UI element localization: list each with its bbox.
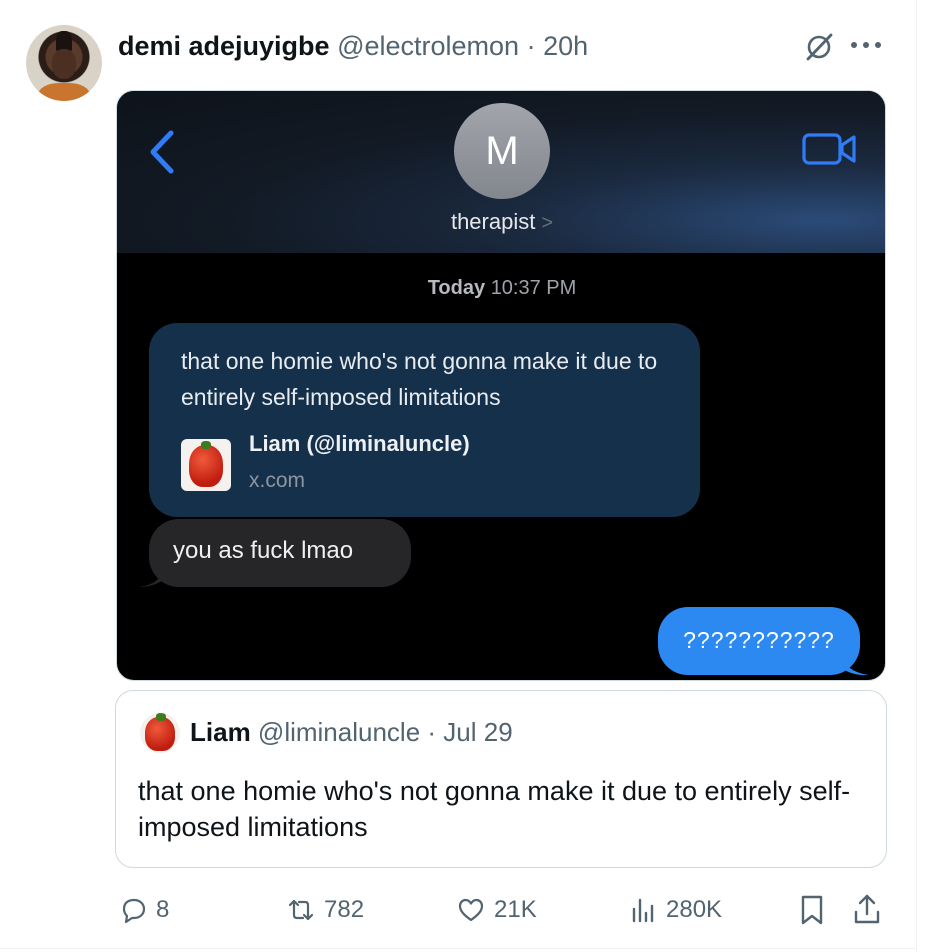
sent-message-bubble: ??????????? (658, 607, 860, 675)
author-avatar[interactable] (26, 25, 102, 101)
tweet-divider (0, 948, 917, 949)
retweet-button[interactable]: 782 (286, 892, 364, 928)
link-preview-domain: x.com (249, 469, 306, 492)
retweet-count: 782 (324, 896, 365, 923)
share-icon[interactable] (852, 892, 882, 926)
avatar-hair (56, 31, 72, 51)
tweet-header: demi adejuyigbe @electrolemon · 20h (118, 28, 588, 64)
quoted-tweet-text: that one homie who's not gonna make it d… (138, 776, 851, 842)
quoted-tweet[interactable]: Liam @liminaluncle · Jul 29 that one hom… (115, 690, 887, 868)
views-count: 280K (666, 896, 723, 923)
views-icon (632, 898, 654, 923)
pepper-stem (156, 713, 166, 721)
author-display-name[interactable]: demi adejuyigbe (118, 31, 330, 61)
message-timestamp: Today 10:37 PM (117, 277, 885, 300)
quoted-separator: · (427, 717, 437, 747)
received-bubble-tail (139, 565, 167, 587)
contact-name-label: therapist (450, 209, 536, 234)
quoted-tweet-date[interactable]: Jul 29 (443, 717, 512, 747)
link-preview-title: Liam (@liminaluncle) (249, 431, 470, 456)
reply-icon (122, 898, 146, 924)
video-call-icon (802, 133, 856, 165)
tweet-media-image[interactable]: M therapist > Today 10:37 PM that one hom… (116, 90, 886, 681)
reply-button[interactable]: 8 (118, 892, 169, 928)
sent-message-text: ??????????? (683, 627, 835, 653)
pepper-image (145, 717, 175, 751)
received-message-bubble: you as fuck lmao (149, 519, 411, 587)
link-message-bubble: that one homie who's not gonna make it d… (149, 323, 700, 517)
column-border (916, 0, 917, 952)
link-thumbnail (181, 439, 231, 491)
grok-icon[interactable] (804, 32, 834, 62)
like-button[interactable]: 21K (456, 892, 537, 928)
contact-name: therapist > (117, 209, 885, 235)
bookmark-icon[interactable] (798, 894, 826, 926)
like-count: 21K (494, 896, 537, 923)
reply-count: 8 (156, 896, 170, 923)
timestamp-time: 10:37 PM (490, 277, 577, 299)
back-chevron-icon (150, 130, 174, 174)
contact-chevron-icon: > (541, 212, 554, 234)
contact-avatar: M (454, 103, 550, 199)
sent-bubble-tail (839, 653, 869, 676)
received-message-text: you as fuck lmao (173, 537, 354, 564)
views-button[interactable]: 280K (628, 892, 722, 928)
more-icon[interactable] (848, 38, 884, 52)
tweet-time[interactable]: 20h (543, 31, 588, 61)
author-handle[interactable]: @electrolemon (337, 31, 519, 61)
retweet-icon (288, 899, 314, 921)
heart-icon (458, 898, 484, 922)
pepper-image (189, 445, 223, 487)
quoted-author-name[interactable]: Liam (190, 717, 251, 747)
timestamp-day: Today (427, 277, 486, 299)
link-message-text: that one homie who's not gonna make it d… (181, 348, 658, 410)
quoted-author-handle[interactable]: @liminaluncle (258, 717, 420, 747)
pepper-stem (201, 441, 211, 449)
quoted-tweet-header: Liam @liminaluncle · Jul 29 (190, 715, 513, 749)
avatar-shirt (38, 83, 90, 101)
avatar-face (52, 49, 76, 79)
header-separator: · (526, 31, 536, 61)
quoted-author-avatar[interactable] (140, 713, 180, 753)
